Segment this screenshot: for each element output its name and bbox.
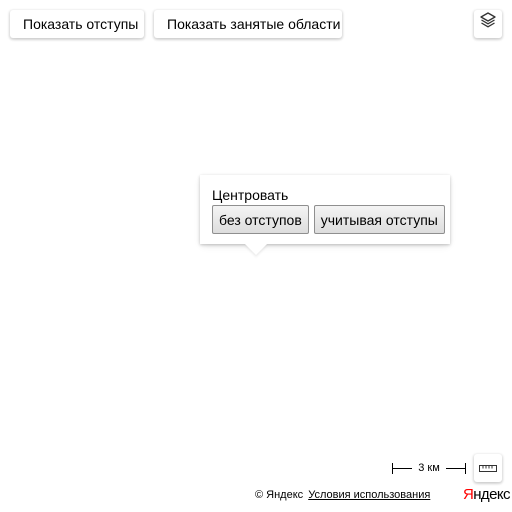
scale-line: 3 км bbox=[392, 462, 466, 476]
show-occupied-areas-button[interactable]: Показать занятые области bbox=[154, 10, 342, 38]
scale-label: 3 км bbox=[418, 462, 440, 474]
layers-button[interactable] bbox=[474, 10, 502, 38]
terms-of-use-link[interactable]: Условия использования bbox=[308, 489, 430, 501]
layers-icon bbox=[479, 10, 497, 38]
ruler-button[interactable] bbox=[474, 454, 502, 482]
center-with-offsets-button[interactable]: учитывая отступы bbox=[313, 205, 445, 234]
center-without-offsets-button[interactable]: без отступов bbox=[212, 205, 309, 234]
scale-bar-right bbox=[446, 468, 465, 469]
scale-tick-right bbox=[465, 463, 466, 474]
map-container[interactable]: Показать отступы Показать занятые област… bbox=[0, 0, 512, 512]
logo-first-letter: Я bbox=[463, 486, 474, 503]
balloon-title: Центровать bbox=[212, 187, 289, 203]
copyrights: © Яндекс Условия использования bbox=[255, 489, 430, 502]
center-balloon: Центровать без отступов учитывая отступы bbox=[200, 175, 450, 255]
show-offsets-button[interactable]: Показать отступы bbox=[10, 10, 144, 38]
ruler-icon bbox=[479, 454, 497, 482]
balloon-button-row: без отступов учитывая отступы bbox=[212, 205, 445, 234]
logo-rest: ндекс bbox=[473, 486, 510, 503]
copyright-owner: © Яндекс bbox=[255, 489, 304, 501]
balloon-tail bbox=[245, 244, 267, 255]
scale-bar-left bbox=[392, 468, 412, 469]
yandex-logo[interactable]: Яндекс bbox=[463, 486, 510, 504]
